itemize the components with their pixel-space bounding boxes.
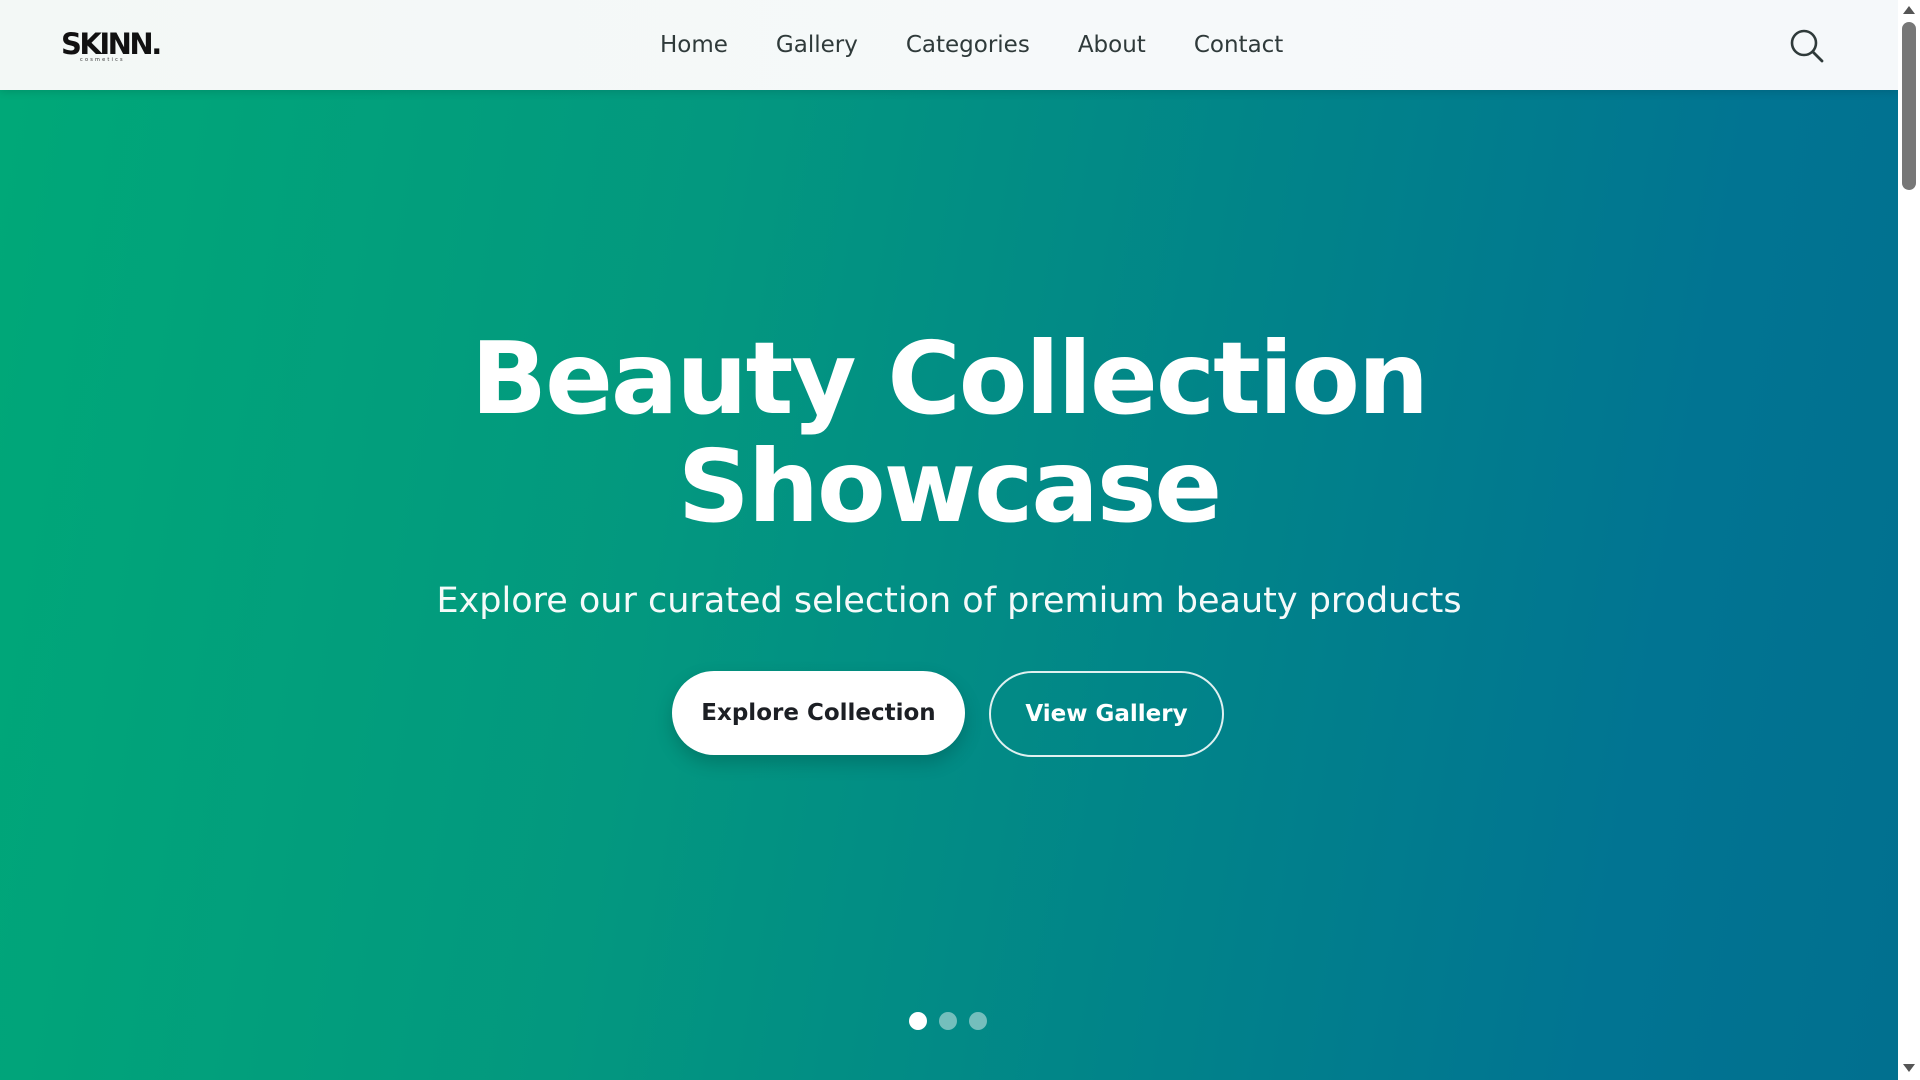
search-icon	[1790, 29, 1824, 63]
nav-item-home[interactable]: Home	[660, 32, 728, 58]
hero-title-line-1: Beauty Collection	[470, 320, 1429, 437]
nav-item-contact[interactable]: Contact	[1194, 32, 1283, 58]
nav-item-categories[interactable]: Categories	[906, 32, 1030, 58]
carousel-dot-1[interactable]	[909, 1012, 927, 1030]
main-nav: Home Gallery Categories About Contact	[660, 0, 1283, 90]
brand-logo[interactable]: SKINN. cosmetics	[61, 26, 162, 66]
hero-cta-group: Explore Collection View Gallery	[0, 671, 1898, 757]
scroll-up-arrow-icon[interactable]	[1903, 6, 1915, 14]
top-navbar: SKINN. cosmetics Home Gallery Categories…	[0, 0, 1898, 90]
page: SKINN. cosmetics Home Gallery Categories…	[0, 0, 1920, 1080]
carousel-dot-3[interactable]	[969, 1012, 987, 1030]
logo-subtext: cosmetics	[80, 57, 125, 63]
hero-subtitle: Explore our curated selection of premium…	[436, 581, 1462, 621]
explore-collection-button[interactable]: Explore Collection	[672, 671, 965, 755]
carousel-indicators	[909, 1012, 987, 1032]
hero-section: Beauty Collection Showcase Explore our c…	[0, 90, 1898, 1080]
search-button[interactable]	[1787, 26, 1827, 66]
hero-title-line-2: Showcase	[677, 428, 1222, 545]
nav-item-gallery[interactable]: Gallery	[776, 32, 858, 58]
page-scrollbar[interactable]	[1898, 0, 1920, 1080]
scrollbar-thumb[interactable]	[1902, 22, 1916, 190]
hero-title: Beauty Collection Showcase	[0, 325, 1898, 541]
scroll-down-arrow-icon[interactable]	[1903, 1064, 1915, 1072]
carousel-dot-2[interactable]	[939, 1012, 957, 1030]
nav-item-about[interactable]: About	[1078, 32, 1146, 58]
view-gallery-button[interactable]: View Gallery	[989, 671, 1224, 757]
